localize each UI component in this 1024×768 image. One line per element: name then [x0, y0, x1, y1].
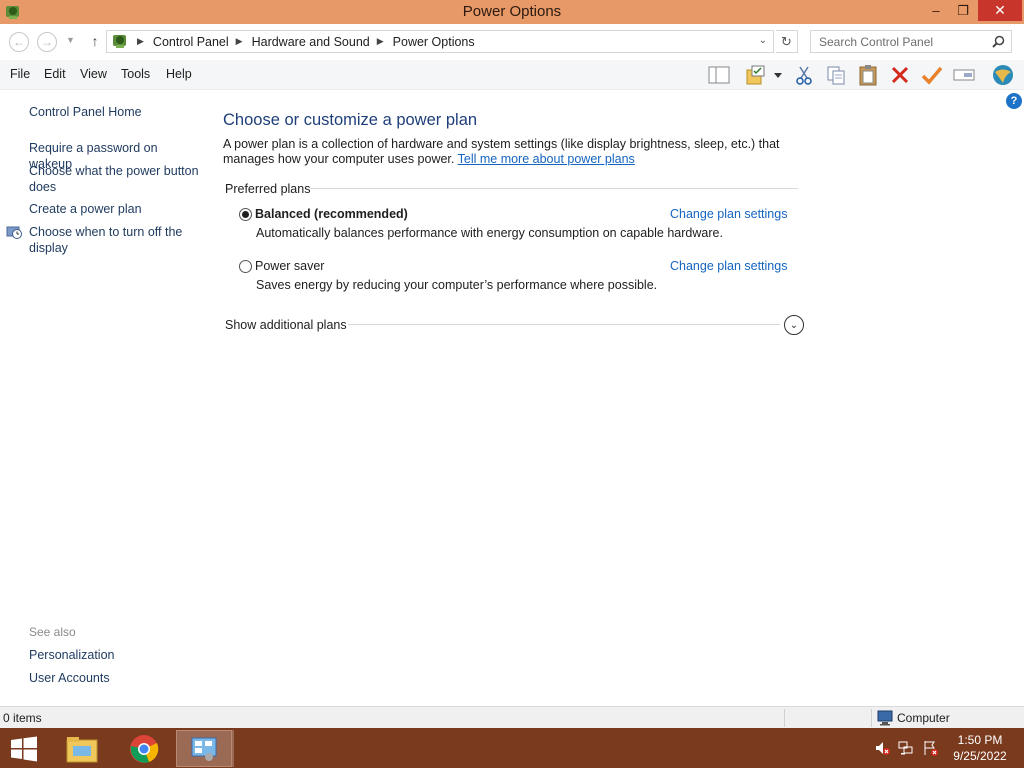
power-saver-plan-description: Saves energy by reducing your computer’s… [256, 278, 658, 292]
sidebar-item-user-accounts[interactable]: User Accounts [29, 670, 204, 686]
back-button[interactable]: ← [9, 32, 29, 52]
menu-help[interactable]: Help [166, 67, 192, 81]
sidebar-item-personalization[interactable]: Personalization [29, 647, 204, 663]
sidebar-item-control-panel-home[interactable]: Control Panel Home [29, 104, 204, 120]
breadcrumb-separator-icon: ▶ [137, 36, 144, 46]
menu-view[interactable]: View [80, 67, 107, 81]
breadcrumb-control-panel[interactable]: Control Panel [153, 35, 229, 49]
status-bar: 0 items Computer [0, 706, 1024, 728]
layout-icon[interactable] [706, 63, 732, 87]
balanced-change-settings-link[interactable]: Change plan settings [670, 207, 787, 221]
clock-date: 9/25/2022 [953, 749, 1007, 763]
location-label: Computer [897, 711, 950, 725]
status-divider [871, 709, 872, 727]
close-button[interactable]: ✕ [978, 0, 1022, 21]
computer-icon [877, 710, 893, 726]
forward-button[interactable]: → [37, 32, 57, 52]
sidebar-item-create-power-plan[interactable]: Create a power plan [29, 201, 204, 217]
address-dropdown-chevron-icon[interactable]: ⌄ [759, 35, 767, 46]
taskbar-divider [232, 730, 234, 767]
menu-tools[interactable]: Tools [121, 67, 150, 81]
chrome-taskbar-icon[interactable] [116, 730, 172, 767]
windows-start-icon[interactable] [10, 736, 38, 762]
left-navigation-pane: Control Panel Home Require a password on… [0, 91, 210, 703]
navigation-bar: ← → ▼ ↑ ▶ Control Panel ▶ Hardware and S… [0, 24, 1024, 60]
file-explorer-taskbar-icon[interactable] [54, 730, 110, 767]
main-content: Choose or customize a power plan A power… [210, 91, 1024, 703]
power-saver-plan-radio[interactable] [239, 260, 252, 273]
clock-time: 1:50 PM [957, 733, 1003, 747]
page-title: Choose or customize a power plan [223, 111, 478, 129]
breadcrumb-hardware-and-sound[interactable]: Hardware and Sound [252, 35, 370, 49]
balanced-plan-radio[interactable] [239, 208, 252, 221]
item-count: 0 items [3, 711, 42, 725]
refresh-button[interactable]: ↻ [776, 30, 798, 53]
folder-options-icon[interactable] [743, 63, 769, 87]
status-divider [784, 709, 785, 727]
network-icon[interactable] [898, 740, 914, 756]
see-also-heading: See also [29, 625, 76, 639]
recent-locations-chevron-icon[interactable]: ▼ [66, 35, 75, 45]
menu-bar: File Edit View Tools Help [0, 60, 1024, 90]
minimize-button[interactable]: – [922, 0, 950, 21]
address-bar[interactable]: ▶ Control Panel ▶ Hardware and Sound ▶ P… [106, 30, 774, 53]
volume-muted-icon[interactable] [874, 740, 890, 756]
section-divider [348, 324, 780, 325]
maximize-button[interactable]: ❐ [950, 0, 976, 21]
delete-icon[interactable] [887, 63, 913, 87]
rename-icon[interactable] [951, 63, 977, 87]
power-saver-plan-name[interactable]: Power saver [255, 259, 324, 273]
cut-icon[interactable] [791, 63, 817, 87]
balanced-plan-description: Automatically balances performance with … [256, 226, 723, 240]
page-description: A power plan is a collection of hardware… [223, 137, 823, 167]
menu-edit[interactable]: Edit [44, 67, 66, 81]
expand-chevron-icon[interactable]: ⌄ [784, 315, 804, 335]
control-panel-taskbar-icon[interactable] [176, 730, 232, 767]
sidebar-item-turn-off-display[interactable]: Choose when to turn off the display [29, 224, 204, 256]
breadcrumb-separator-icon: ▶ [376, 36, 384, 46]
globe-icon[interactable] [990, 63, 1016, 87]
system-clock[interactable]: 1:50 PM 9/25/2022 [940, 732, 1020, 764]
display-clock-icon [6, 226, 22, 239]
check-icon[interactable] [919, 63, 945, 87]
power-saver-change-settings-link[interactable]: Change plan settings [670, 259, 787, 273]
menu-file[interactable]: File [10, 67, 30, 81]
breadcrumb-separator-icon: ▶ [235, 36, 243, 46]
balanced-plan-name[interactable]: Balanced (recommended) [255, 207, 408, 221]
search-icon[interactable] [992, 35, 1005, 48]
control-panel-icon [113, 34, 126, 48]
paste-icon[interactable] [855, 63, 881, 87]
taskbar: 1:50 PM 9/25/2022 [0, 728, 1024, 768]
title-bar: Power Options – ❐ ✕ [0, 0, 1024, 24]
dropdown-icon[interactable] [770, 63, 786, 87]
learn-more-link[interactable]: Tell me more about power plans [458, 152, 635, 166]
up-button[interactable]: ↑ [86, 32, 104, 50]
search-input[interactable]: Search Control Panel [810, 30, 1012, 53]
section-divider [310, 188, 798, 189]
action-center-icon[interactable] [922, 740, 938, 756]
show-additional-plans[interactable]: Show additional plans [225, 318, 347, 332]
sidebar-item-power-button[interactable]: Choose what the power button does [29, 163, 204, 195]
window-title: Power Options [462, 3, 562, 20]
preferred-plans-heading: Preferred plans [225, 182, 311, 196]
breadcrumb-power-options[interactable]: Power Options [393, 35, 475, 49]
copy-icon[interactable] [823, 63, 849, 87]
search-placeholder: Search Control Panel [819, 35, 934, 49]
